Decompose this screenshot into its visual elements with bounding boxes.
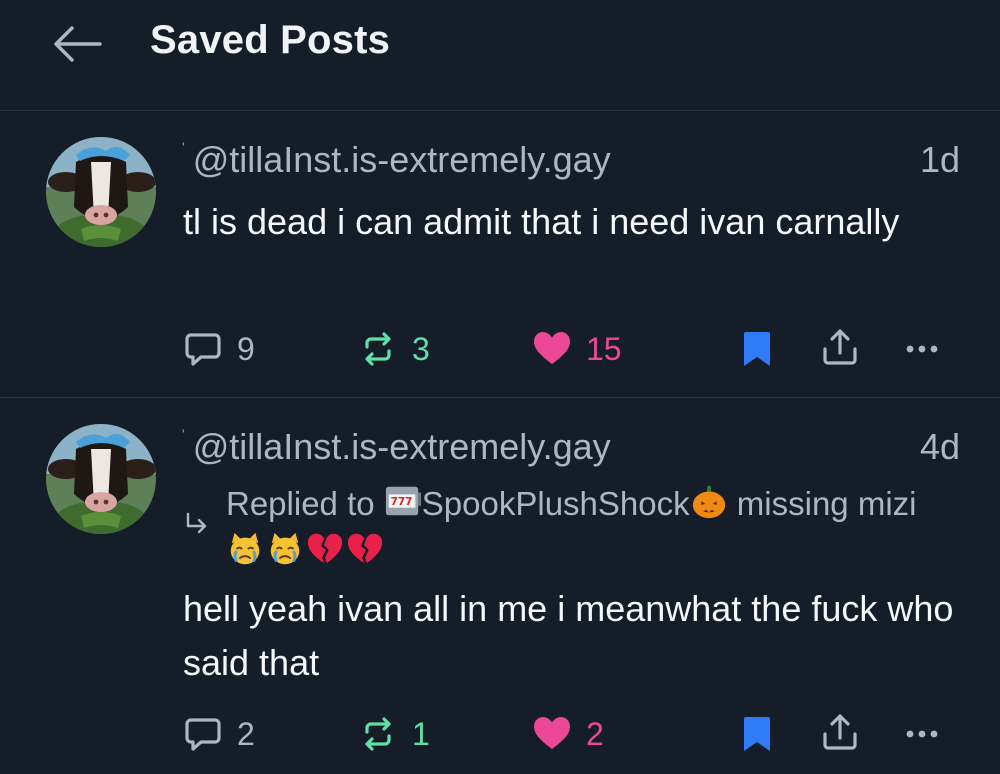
slot-machine-icon — [384, 483, 422, 521]
crying-cat-icon — [226, 530, 264, 568]
header-bar: Saved Posts — [0, 0, 1000, 111]
tick-mark: ' — [182, 139, 185, 155]
reply-icon — [183, 329, 223, 369]
repost-icon — [358, 714, 398, 754]
avatar[interactable] — [46, 137, 156, 247]
pumpkin-icon — [690, 483, 728, 521]
more-options-button[interactable] — [902, 329, 942, 369]
post-item[interactable]: ' @tillaInst.is-extremely.gay 1d tl is de… — [0, 111, 1000, 398]
repost-button[interactable]: 3 — [358, 329, 430, 369]
post-author[interactable]: ' @tillaInst.is-extremely.gay — [182, 426, 611, 468]
replied-to-user[interactable]: SpookPlushShock — [422, 485, 690, 522]
reply-preview-emojis — [226, 530, 384, 568]
heart-icon — [532, 329, 572, 369]
more-options-button[interactable] — [902, 714, 942, 754]
more-dots-icon — [902, 329, 942, 369]
crying-cat-icon — [266, 530, 304, 568]
bookmark-button[interactable] — [737, 714, 777, 754]
like-button[interactable]: 15 — [532, 329, 622, 369]
post-item[interactable]: ' @tillaInst.is-extremely.gay 4d Replied … — [0, 398, 1000, 774]
reply-icon — [183, 714, 223, 754]
author-handle[interactable]: @tillaInst.is-extremely.gay — [193, 426, 611, 467]
share-button[interactable] — [820, 712, 860, 752]
repost-count: 3 — [412, 330, 430, 367]
arrow-left-icon — [54, 26, 102, 62]
share-icon — [820, 712, 860, 752]
post-text: hell yeah ivan all in me i meanwhat the … — [183, 588, 954, 683]
tick-mark: ' — [182, 426, 185, 442]
replied-to-prefix: Replied to — [226, 485, 375, 522]
reply-arrow-icon — [183, 510, 211, 543]
replied-to-line[interactable]: Replied to SpookPlushShock missing mizi — [226, 480, 996, 528]
back-button[interactable] — [48, 20, 106, 68]
share-button[interactable] — [820, 327, 860, 367]
more-dots-icon — [902, 714, 942, 754]
repost-icon — [358, 329, 398, 369]
repost-count: 1 — [412, 715, 430, 752]
avatar[interactable] — [46, 424, 156, 534]
bookmark-button[interactable] — [737, 329, 777, 369]
share-icon — [820, 327, 860, 367]
post-timestamp: 4d — [919, 426, 960, 467]
author-handle[interactable]: @tillaInst.is-extremely.gay — [193, 139, 611, 180]
page-title: Saved Posts — [150, 18, 391, 62]
reply-count: 9 — [237, 330, 255, 367]
bookmark-icon — [737, 714, 777, 754]
repost-button[interactable]: 1 — [358, 714, 430, 754]
broken-heart-icon — [346, 530, 384, 568]
post-timestamp: 1d — [919, 139, 960, 180]
reply-button[interactable]: 2 — [183, 714, 255, 754]
like-count: 15 — [586, 330, 622, 367]
like-button[interactable]: 2 — [532, 714, 604, 754]
replied-to-preview: missing mizi — [736, 485, 917, 522]
post-author[interactable]: ' @tillaInst.is-extremely.gay — [182, 139, 611, 181]
post-text: tl is dead i can admit that i need ivan … — [183, 201, 900, 242]
heart-icon — [532, 714, 572, 754]
reply-button[interactable]: 9 — [183, 329, 255, 369]
broken-heart-icon — [306, 530, 344, 568]
bookmark-icon — [737, 329, 777, 369]
reply-count: 2 — [237, 715, 255, 752]
like-count: 2 — [586, 715, 604, 752]
